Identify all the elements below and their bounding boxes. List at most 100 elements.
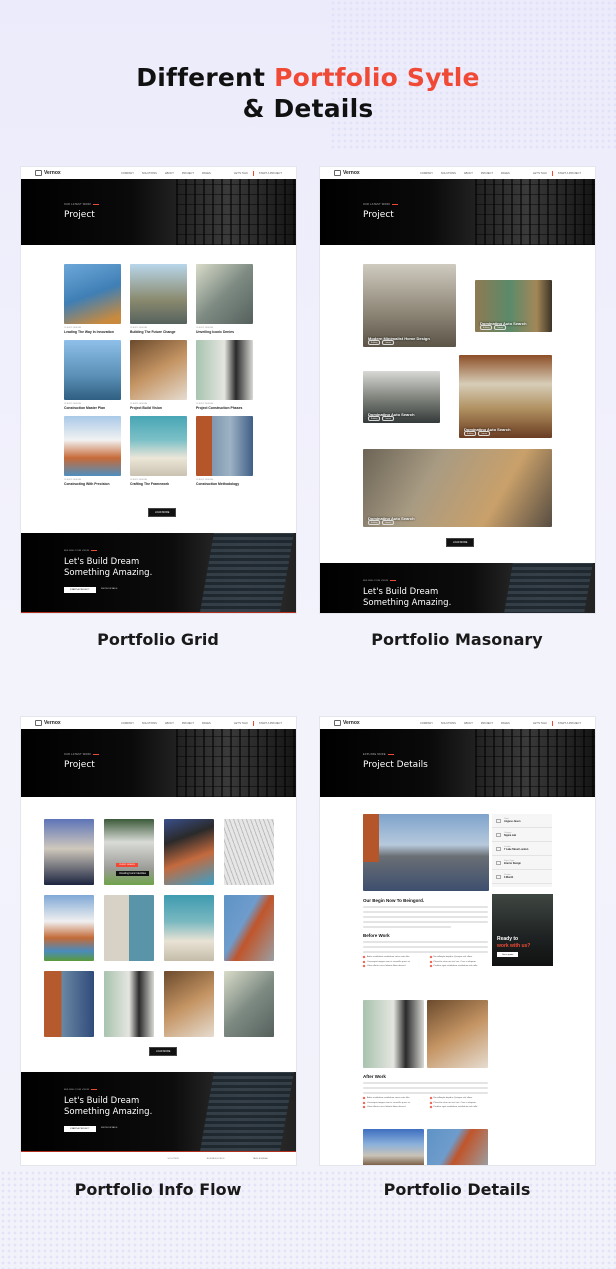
masonry-item[interactable]: Dominating Auto Search Building Interior: [475, 280, 552, 332]
nav-item[interactable]: PAGES: [202, 722, 211, 725]
cta-secondary-link[interactable]: KNOW DETAILS: [101, 588, 117, 590]
footer-link[interactable]: SOLUTION: [168, 1158, 179, 1160]
nav-item[interactable]: PROJECT: [182, 722, 194, 725]
project-tile[interactable]: [104, 895, 154, 961]
tag-pill[interactable]: Building: [368, 520, 381, 525]
nav-item[interactable]: SOLUTIONS: [441, 722, 456, 725]
nav-item[interactable]: PAGES: [501, 172, 510, 175]
phone-link[interactable]: LET'S TALK: [234, 172, 248, 175]
nav-item[interactable]: PAGES: [501, 722, 510, 725]
nav-item[interactable]: PROJECT: [481, 722, 493, 725]
project-tile[interactable]: [164, 819, 214, 885]
label-portfolio-details: Portfolio Details: [383, 1180, 531, 1199]
project-tile[interactable]: [164, 971, 214, 1037]
project-card[interactable]: CLIENT: DESIGN Construction Methodology: [196, 416, 253, 486]
load-more-button[interactable]: LOAD MORE: [149, 1047, 178, 1056]
site-nav: Vernox COMPANY SOLUTIONS ABOUT PROJECT PAGES…: [21, 167, 296, 179]
masonry-item[interactable]: Dominating Auto Search Building Interior: [459, 355, 552, 438]
project-category: CLIENT: DESIGN: [130, 479, 148, 481]
project-image: [64, 264, 121, 324]
cta-secondary-link[interactable]: KNOW DETAILS: [101, 1127, 117, 1129]
project-tile[interactable]: [44, 895, 94, 961]
project-image: [196, 416, 253, 476]
portfolio-grid-preview[interactable]: Vernox COMPANY SOLUTIONS ABOUT PROJECT PAGES…: [20, 166, 297, 614]
tag-pill[interactable]: Building: [480, 325, 493, 330]
tag-pill[interactable]: Interior: [382, 416, 394, 421]
cta-primary-button[interactable]: START A PROJECT: [64, 1126, 96, 1132]
masonry-item[interactable]: Dominating Auto Search Building Interior: [363, 449, 552, 527]
nav-item[interactable]: SOLUTIONS: [142, 722, 157, 725]
project-tile[interactable]: [164, 895, 214, 961]
project-card[interactable]: CLIENT: DESIGN Project Build Vision: [130, 340, 187, 410]
tag-pill[interactable]: Building: [368, 416, 381, 421]
tag-pill[interactable]: Interior: [494, 325, 506, 330]
cta-primary-button[interactable]: START A PROJECT: [64, 587, 96, 593]
logo[interactable]: Vernox: [334, 720, 394, 726]
info-icon: [496, 832, 501, 837]
footer-link[interactable]: TAKE A BREAK: [253, 1158, 268, 1160]
project-card[interactable]: CLIENT: DESIGN Building The Future Change: [130, 264, 187, 334]
hero-structure-image: [475, 729, 595, 797]
nav-item[interactable]: SOLUTIONS: [142, 172, 157, 175]
project-tile[interactable]: CLIENT: DESIGN Unveiling Iconic Identitie…: [104, 819, 154, 885]
tag-pill[interactable]: Building: [464, 431, 477, 436]
load-more-button[interactable]: LOAD MORE: [148, 508, 177, 517]
text-line: [363, 1087, 488, 1089]
project-card[interactable]: CLIENT: DESIGN Unveiling Iconic Denies: [196, 264, 253, 334]
nav-item[interactable]: PAGES: [202, 172, 211, 175]
logo[interactable]: Vernox: [334, 170, 394, 176]
phone-link[interactable]: LET'S TALK: [234, 722, 248, 725]
footer-link[interactable]: BUSINESS FIELD: [207, 1158, 225, 1160]
nav-item[interactable]: COMPANY: [121, 722, 134, 725]
start-project-link[interactable]: START A PROJECT: [558, 172, 581, 175]
hover-caption: CLIENT: DESIGN Unveiling Iconic Identitie…: [116, 852, 149, 876]
nav-item[interactable]: COMPANY: [121, 172, 134, 175]
site-nav: Vernox COMPANY SOLUTIONS ABOUT PROJECT PAGES…: [21, 717, 296, 729]
start-project-link[interactable]: START A PROJECT: [259, 172, 282, 175]
masonry-item[interactable]: Dominating Auto Search Building Interior: [363, 371, 440, 423]
nav-item[interactable]: COMPANY: [420, 722, 433, 725]
site-nav: Vernox COMPANY SOLUTIONS ABOUT PROJECT PAGES…: [320, 717, 595, 729]
nav-item[interactable]: COMPANY: [420, 172, 433, 175]
nav-item[interactable]: PROJECT: [481, 172, 493, 175]
portfolio-masonry-preview[interactable]: Vernox COMPANY SOLUTIONS ABOUT PROJECT PAGES…: [319, 166, 596, 614]
project-grid: CLIENT: DESIGN Unveiling Iconic Identitie…: [44, 819, 274, 1037]
start-project-link[interactable]: START A PROJECT: [259, 722, 282, 725]
building-image: [495, 563, 595, 613]
project-image: [196, 340, 253, 400]
tag-pill[interactable]: Building: [368, 340, 381, 345]
project-tile[interactable]: [44, 971, 94, 1037]
phone-link[interactable]: LET'S TALK: [533, 172, 547, 175]
project-card[interactable]: CLIENT: DESIGN Crafting The Framework: [130, 416, 187, 486]
project-card[interactable]: CLIENT: DESIGN Project Construction Phase…: [196, 340, 253, 410]
project-tile[interactable]: [44, 819, 94, 885]
hero-structure-image: [475, 179, 595, 245]
tag-pill[interactable]: Interior: [478, 431, 490, 436]
logo[interactable]: Vernox: [35, 720, 95, 726]
tag-pill[interactable]: Interior: [382, 340, 394, 345]
nav-item[interactable]: ABOUT: [165, 722, 174, 725]
project-tile[interactable]: [104, 971, 154, 1037]
tag-pill[interactable]: Interior: [382, 520, 394, 525]
nav-item[interactable]: SOLUTIONS: [441, 172, 456, 175]
nav-item[interactable]: ABOUT: [165, 172, 174, 175]
project-card[interactable]: CLIENT: DESIGN Constructing With Precisio…: [64, 416, 121, 486]
nav-item[interactable]: ABOUT: [464, 722, 473, 725]
load-more-button[interactable]: LOAD MORE: [446, 538, 475, 547]
get-quote-button[interactable]: Get a quote: [497, 952, 519, 957]
project-tile[interactable]: [224, 819, 274, 885]
project-card[interactable]: CLIENT: DESIGN Leading The Way In Innovat…: [64, 264, 121, 334]
project-card[interactable]: CLIENT: DESIGN Construction Master Plan: [64, 340, 121, 410]
masonry-item[interactable]: Modern Minimalist Home Design Building Int…: [363, 264, 456, 347]
nav-item[interactable]: PROJECT: [182, 172, 194, 175]
nav-item[interactable]: ABOUT: [464, 172, 473, 175]
portfolio-infoflow-preview[interactable]: Vernox COMPANY SOLUTIONS ABOUT PROJECT PAGES…: [20, 716, 297, 1166]
project-image: [130, 264, 187, 324]
logo[interactable]: Vernox: [35, 170, 95, 176]
portfolio-details-preview[interactable]: Vernox COMPANY SOLUTIONS ABOUT PROJECT PAGES…: [319, 716, 596, 1166]
phone-link[interactable]: LET'S TALK: [533, 722, 547, 725]
project-tile[interactable]: [224, 971, 274, 1037]
start-project-link[interactable]: START A PROJECT: [558, 722, 581, 725]
page-headline: Different Portfolio Sytle & Details: [0, 62, 616, 124]
project-tile[interactable]: [224, 895, 274, 961]
